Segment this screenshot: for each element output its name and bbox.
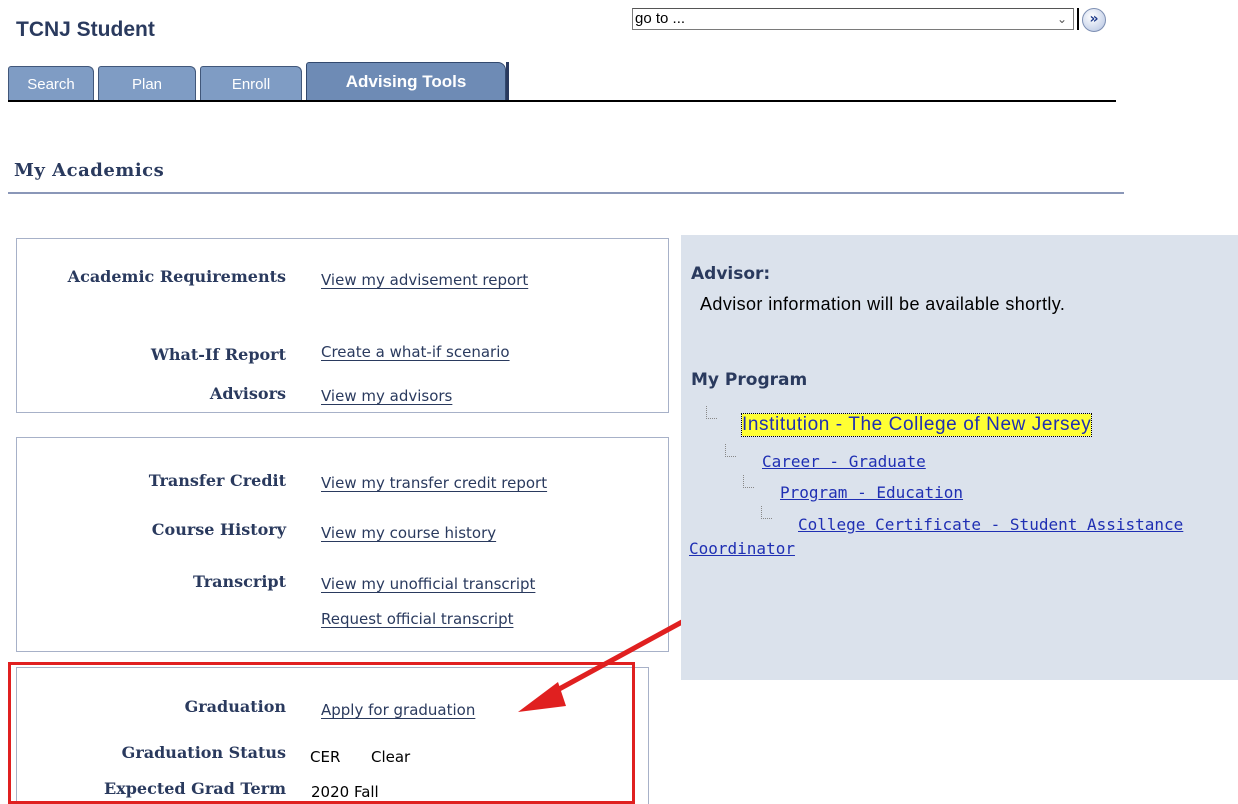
advisement-report-link[interactable]: View my advisement report bbox=[321, 271, 528, 289]
go-arrow-icon[interactable]: » bbox=[1082, 8, 1106, 32]
unofficial-transcript-link[interactable]: View my unofficial transcript bbox=[321, 575, 535, 593]
app-title: TCNJ Student bbox=[16, 18, 155, 41]
tab-underline bbox=[8, 100, 1116, 102]
tab-enroll[interactable]: Enroll bbox=[200, 66, 302, 100]
transfer-credit-report-link[interactable]: View my transfer credit report bbox=[321, 474, 547, 492]
official-transcript-link[interactable]: Request official transcript bbox=[321, 610, 513, 628]
annotation-arrow bbox=[518, 619, 685, 712]
tree-connector-icon bbox=[706, 406, 717, 419]
tab-search[interactable]: Search bbox=[8, 66, 94, 100]
tab-search-label: Search bbox=[27, 76, 75, 93]
transcript-label: Transcript bbox=[192, 572, 286, 591]
tab-plan-label: Plan bbox=[131, 76, 163, 93]
what-if-report-label: What-If Report bbox=[150, 345, 286, 364]
program-link[interactable]: Program - Education bbox=[780, 483, 963, 502]
academic-requirements-label: Academic Requirements bbox=[67, 267, 286, 286]
certificate-link[interactable]: College Certificate - Student Assistance bbox=[798, 515, 1183, 534]
institution-link[interactable]: Institution - The College of New Jersey bbox=[740, 413, 1093, 437]
academic-links-panel: Academic Requirements View my advisement… bbox=[16, 238, 669, 413]
heading-divider bbox=[8, 192, 1124, 194]
tree-connector-icon bbox=[743, 475, 754, 488]
transfer-credit-label: Transfer Credit bbox=[148, 471, 286, 490]
advisor-heading: Advisor: bbox=[691, 264, 771, 284]
course-history-link[interactable]: View my course history bbox=[321, 524, 496, 542]
career-link[interactable]: Career - Graduate bbox=[762, 452, 926, 471]
tab-advising-tools-label: Advising Tools bbox=[345, 72, 467, 91]
page-title: My Academics bbox=[14, 160, 165, 181]
tab-shadow bbox=[506, 62, 509, 100]
tree-connector-icon bbox=[725, 444, 736, 457]
course-history-label: Course History bbox=[151, 520, 286, 539]
advisors-label: Advisors bbox=[209, 384, 286, 403]
tab-advising-tools[interactable]: Advising Tools bbox=[306, 62, 506, 100]
program-heading: My Program bbox=[691, 370, 808, 390]
goto-select[interactable]: go to ... ⌄ bbox=[632, 8, 1074, 30]
advisor-message: Advisor information will be available sh… bbox=[700, 294, 1066, 314]
certificate-link-continued[interactable]: Coordinator bbox=[689, 539, 795, 558]
goto-select-value: go to ... bbox=[635, 10, 686, 27]
what-if-scenario-link[interactable]: Create a what-if scenario bbox=[321, 343, 510, 361]
chevron-down-icon[interactable]: ⌄ bbox=[1057, 9, 1067, 29]
goto-separator bbox=[1077, 8, 1079, 30]
tab-plan[interactable]: Plan bbox=[98, 66, 196, 100]
tab-enroll-label: Enroll bbox=[231, 76, 271, 93]
view-advisors-link[interactable]: View my advisors bbox=[321, 387, 452, 405]
tree-connector-icon bbox=[761, 506, 772, 519]
